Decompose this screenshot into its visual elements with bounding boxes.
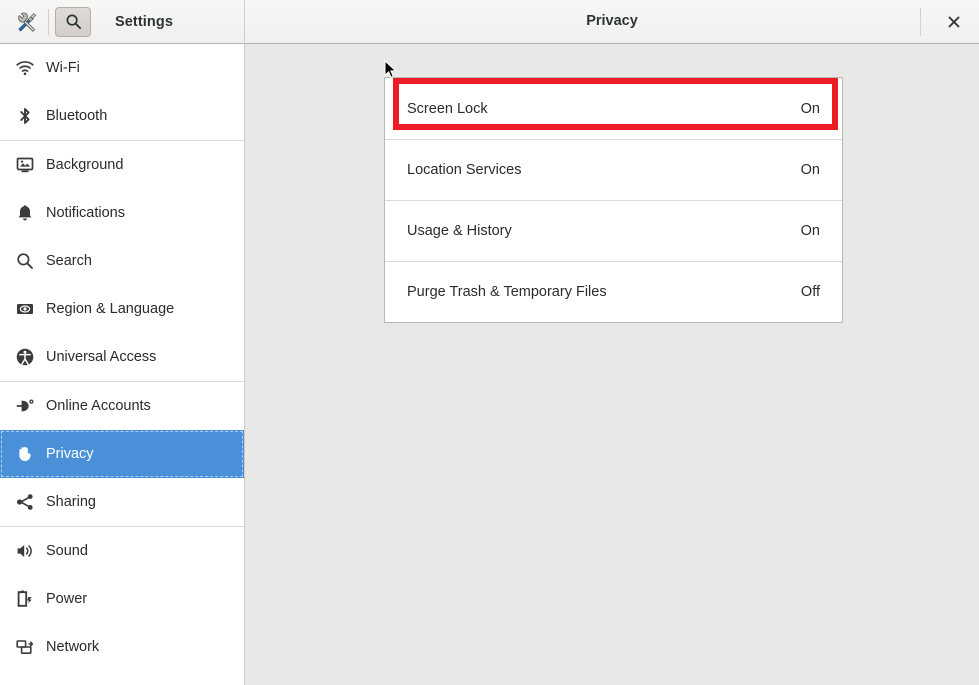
tools-icon [12, 8, 42, 36]
sidebar-item-label: Universal Access [46, 349, 156, 365]
header-divider [48, 9, 49, 35]
row-value: On [801, 223, 820, 239]
sidebar-item-region-and-language[interactable]: Region & Language [0, 285, 244, 333]
search-icon [14, 250, 36, 272]
row-label: Location Services [407, 162, 521, 178]
privacy-row-location-services[interactable]: Location Services On [385, 139, 842, 200]
wifi-icon [14, 57, 36, 79]
row-value: On [801, 162, 820, 178]
sidebar-item-sound[interactable]: Sound [0, 527, 244, 575]
sidebar-item-label: Privacy [46, 446, 94, 462]
privacy-row-usage-and-history[interactable]: Usage & History On [385, 200, 842, 261]
sidebar-item-label: Notifications [46, 205, 125, 221]
speaker-icon [14, 540, 36, 562]
header-left-section: Settings [0, 0, 245, 44]
battery-icon [14, 588, 36, 610]
sidebar-item-label: Wi-Fi [46, 60, 80, 76]
sidebar-item-label: Sharing [46, 494, 96, 510]
sidebar-item-label: Sound [46, 543, 88, 559]
search-button[interactable] [55, 7, 91, 37]
search-icon [65, 13, 82, 30]
row-label: Screen Lock [407, 101, 488, 117]
sidebar-item-sharing[interactable]: Sharing [0, 478, 244, 526]
region-language-icon [14, 298, 36, 320]
network-icon [14, 636, 36, 658]
share-icon [14, 491, 36, 513]
sidebar-item-label: Region & Language [46, 301, 174, 317]
header-right-section: Privacy [245, 0, 979, 44]
row-value: On [801, 101, 820, 117]
sidebar-item-online-accounts[interactable]: Online Accounts [0, 382, 244, 430]
sidebar-item-network[interactable]: Network [0, 623, 244, 671]
sidebar-item-label: Search [46, 253, 92, 269]
sidebar[interactable]: Wi-Fi Bluetooth Background [0, 44, 245, 685]
bluetooth-icon [14, 105, 36, 127]
universal-access-icon [14, 346, 36, 368]
sidebar-item-search[interactable]: Search [0, 237, 244, 285]
online-accounts-icon [14, 395, 36, 417]
sidebar-item-power[interactable]: Power [0, 575, 244, 623]
row-label: Usage & History [407, 223, 512, 239]
privacy-row-screen-lock[interactable]: Screen Lock On [385, 78, 842, 139]
sidebar-item-universal-access[interactable]: Universal Access [0, 333, 244, 381]
page-title: Privacy [245, 13, 979, 29]
sidebar-item-privacy[interactable]: Privacy [0, 430, 244, 478]
background-icon [14, 154, 36, 176]
sidebar-item-notifications[interactable]: Notifications [0, 189, 244, 237]
privacy-settings-list: Screen Lock On Location Services On Usag… [384, 77, 843, 323]
close-icon [947, 15, 961, 29]
row-value: Off [801, 284, 820, 300]
header-bar: Settings Privacy [0, 0, 979, 44]
sidebar-item-background[interactable]: Background [0, 141, 244, 189]
row-label: Purge Trash & Temporary Files [407, 284, 607, 300]
bell-icon [14, 202, 36, 224]
privacy-row-purge-trash-and-temporary-files[interactable]: Purge Trash & Temporary Files Off [385, 261, 842, 322]
main-content: Screen Lock On Location Services On Usag… [245, 44, 979, 685]
close-button[interactable] [941, 10, 967, 34]
sidebar-item-label: Network [46, 639, 99, 655]
app-title: Settings [115, 14, 173, 30]
hand-icon [14, 443, 36, 465]
sidebar-item-wi-fi[interactable]: Wi-Fi [0, 44, 244, 92]
settings-window: Settings Privacy [0, 0, 979, 685]
close-divider [920, 8, 921, 36]
sidebar-item-label: Power [46, 591, 87, 607]
sidebar-item-label: Bluetooth [46, 108, 107, 124]
sidebar-item-label: Background [46, 157, 123, 173]
sidebar-item-bluetooth[interactable]: Bluetooth [0, 92, 244, 140]
sidebar-item-label: Online Accounts [46, 398, 151, 414]
